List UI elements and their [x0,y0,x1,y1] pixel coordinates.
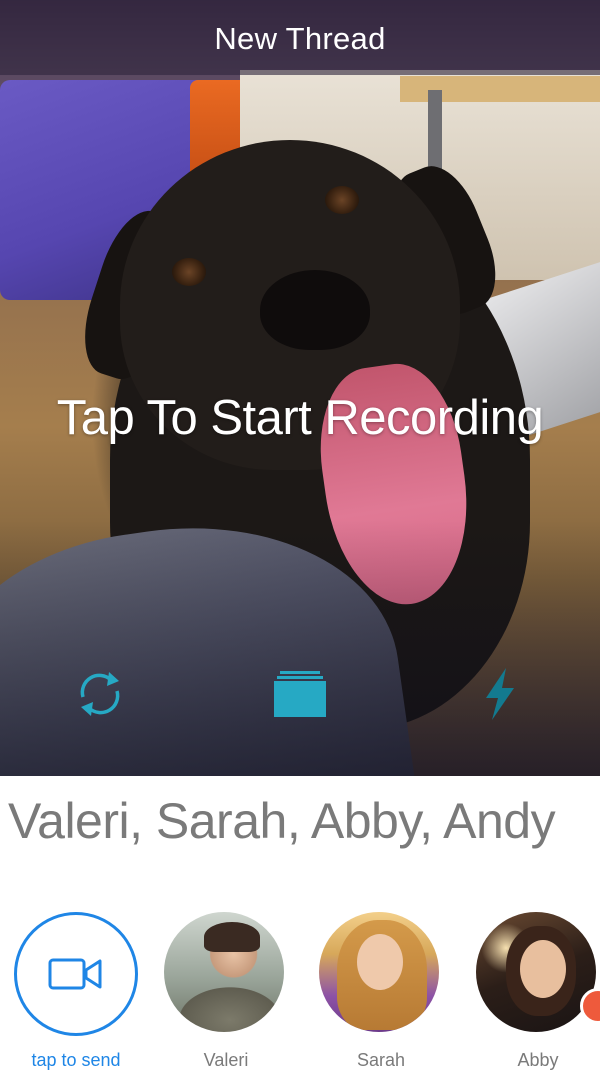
contact-valeri[interactable]: Valeri [164,912,288,1070]
camera-preview[interactable]: Tap To Start Recording [0,0,600,776]
contact-name: Valeri [203,1050,249,1070]
avatar-hair [204,922,260,952]
avatar-face [520,940,566,998]
contact-name: Abby [517,1050,559,1070]
camera-rotate-icon[interactable] [72,666,128,722]
dog-nose [260,270,370,350]
gallery-icon[interactable] [272,666,328,722]
avatar[interactable] [319,912,439,1032]
send-label: tap to send [31,1050,121,1070]
contact-name: Sarah [356,1050,406,1070]
tap-to-send-button[interactable]: tap to send [14,912,138,1070]
camera-shade [0,520,600,776]
avatar[interactable] [476,912,596,1032]
flash-icon[interactable] [472,666,528,722]
contact-sarah[interactable]: Sarah [319,912,443,1070]
send-circle[interactable] [14,912,138,1036]
contact-abby[interactable]: Abby [476,912,600,1070]
video-camera-icon [48,958,102,990]
page-title: New Thread [214,20,386,56]
dog-eye-left [172,258,206,286]
tap-to-record-label[interactable]: Tap To Start Recording [0,390,600,446]
avatar[interactable] [164,912,284,1032]
dog-eye-right [325,186,359,214]
nav-bar: New Thread [0,0,600,75]
recipient-list: Valeri, Sarah, Abby, Andy [8,793,556,849]
avatar-face [357,934,403,990]
